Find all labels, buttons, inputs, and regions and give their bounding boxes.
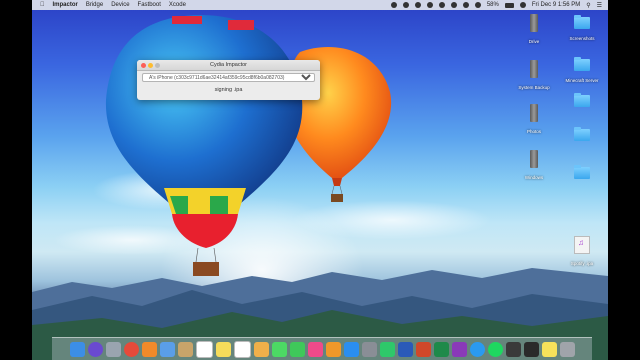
menu-app-name[interactable]: Impactor — [53, 2, 78, 8]
ibooks-icon[interactable] — [325, 341, 341, 357]
device-select[interactable]: A's iPhone (c303c9711d6ae32414af359c95cd… — [142, 73, 315, 82]
iphone-icon[interactable] — [505, 341, 521, 357]
status-text: signing .ipa — [214, 87, 243, 93]
menu-xcode[interactable]: Xcode — [169, 2, 186, 8]
bluetooth-icon[interactable] — [450, 2, 457, 8]
dock — [52, 337, 592, 360]
minecraft-server-folder[interactable]: Minecraft Server — [558, 57, 606, 83]
minecraft-server-label: Minecraft Server — [565, 78, 599, 83]
cloud-icon[interactable] — [414, 2, 421, 8]
itunes-icon[interactable] — [307, 341, 323, 357]
windows-item[interactable]: Windows — [510, 150, 558, 180]
status-icon[interactable] — [426, 2, 433, 8]
siri-icon[interactable] — [87, 341, 103, 357]
calendar-icon[interactable] — [195, 340, 213, 358]
firefox-icon[interactable] — [141, 341, 157, 357]
windows-label: Windows — [524, 175, 544, 180]
folder-icon — [574, 57, 590, 71]
folder-icon — [574, 127, 590, 141]
messages-icon[interactable] — [271, 341, 287, 357]
zoom-icon[interactable] — [155, 62, 160, 68]
photos-label: Photos — [526, 129, 541, 134]
cydia-impactor-window: Cydia Impactor A's iPhone (c303c9711d6ae… — [137, 60, 320, 100]
facetime-icon[interactable] — [289, 341, 305, 357]
folder-item[interactable] — [558, 165, 606, 184]
letterbox-left — [0, 0, 32, 360]
window-title: Cydia Impactor — [210, 62, 247, 68]
spotify-icon[interactable] — [487, 341, 503, 357]
menu-device[interactable]: Device — [111, 2, 129, 8]
spotify-ipa-file[interactable]: Spotify .ipa — [558, 236, 606, 266]
photos-icon[interactable] — [253, 341, 269, 357]
status-icon[interactable] — [402, 2, 409, 8]
folder-item[interactable] — [558, 93, 606, 112]
photos-item[interactable]: Photos — [510, 104, 558, 134]
onenote-icon[interactable] — [451, 341, 467, 357]
preferences-icon[interactable] — [361, 341, 377, 357]
drive-icon-item[interactable]: Drive — [510, 14, 558, 44]
status-icon[interactable] — [438, 2, 445, 8]
status-icon[interactable] — [390, 2, 397, 8]
battery-percent[interactable]: 58% — [487, 2, 499, 8]
notification-center-icon[interactable]: ☰ — [597, 2, 602, 9]
terminal-icon[interactable] — [523, 341, 539, 357]
apple-icon[interactable]:  — [40, 2, 45, 8]
clock[interactable]: Fri Dec 9 1:56 PM — [532, 2, 580, 8]
folder-item[interactable] — [558, 127, 606, 146]
drive-icon — [530, 150, 538, 168]
blue-balloon — [105, 15, 303, 276]
ipa-file-icon — [574, 236, 590, 254]
trash-icon[interactable] — [559, 341, 575, 357]
wifi-icon[interactable] — [462, 2, 469, 8]
drive-icon — [530, 60, 538, 78]
screenshots-label: Screenshots — [569, 36, 595, 41]
battery-icon[interactable] — [504, 2, 514, 8]
drive-label: Drive — [528, 39, 540, 44]
contacts-icon[interactable] — [177, 341, 193, 357]
volume-icon[interactable] — [474, 2, 481, 8]
chrome-icon[interactable] — [123, 341, 139, 357]
appstore-icon[interactable] — [343, 341, 359, 357]
screenshots-folder[interactable]: Screenshots — [558, 15, 606, 41]
mail-icon[interactable] — [159, 341, 175, 357]
system-backup-label: System Backup — [518, 85, 550, 90]
spotlight-icon[interactable]: ⚲ — [586, 2, 590, 9]
stickies-icon[interactable] — [541, 341, 557, 357]
drive-icon — [530, 14, 538, 32]
drive-icon — [530, 104, 538, 122]
menu-fastboot[interactable]: Fastboot — [138, 2, 161, 8]
system-backup-item[interactable]: System Backup — [510, 60, 558, 90]
excel-icon[interactable] — [433, 341, 449, 357]
landscape-illustration — [32, 15, 608, 360]
powerpoint-icon[interactable] — [415, 341, 431, 357]
flag-icon[interactable] — [519, 2, 526, 8]
finder-icon[interactable] — [69, 341, 85, 357]
letterbox-right — [608, 0, 640, 360]
minimize-icon[interactable] — [148, 62, 153, 68]
folder-icon — [574, 165, 590, 179]
launchpad-icon[interactable] — [105, 341, 121, 357]
evernote-icon[interactable] — [379, 341, 395, 357]
folder-icon — [574, 15, 590, 29]
menu-bridge[interactable]: Bridge — [86, 2, 103, 8]
safari-icon[interactable] — [469, 341, 485, 357]
spotify-ipa-label: Spotify .ipa — [570, 261, 594, 266]
folder-icon — [574, 93, 590, 107]
desktop-wallpaper — [32, 0, 608, 360]
menu-bar:  Impactor Bridge Device Fastboot Xcode … — [32, 0, 608, 10]
reminders-icon[interactable] — [233, 340, 251, 358]
window-titlebar[interactable]: Cydia Impactor — [137, 60, 320, 71]
screen:  Impactor Bridge Device Fastboot Xcode … — [0, 0, 640, 360]
notes-icon[interactable] — [215, 341, 231, 357]
word-icon[interactable] — [397, 341, 413, 357]
close-icon[interactable] — [141, 62, 146, 68]
